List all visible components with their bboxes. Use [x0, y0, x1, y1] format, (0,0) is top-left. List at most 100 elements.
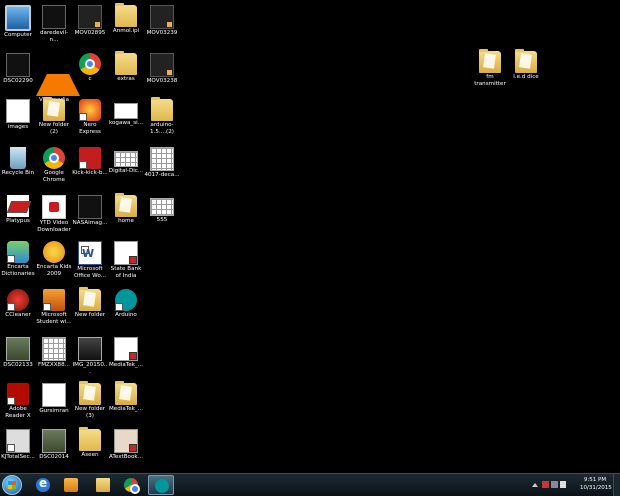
desktop-icon-555[interactable]: 555 [144, 194, 180, 240]
desktop-icon-home[interactable]: home [108, 193, 144, 240]
desktop-icon-kogawa[interactable]: kogawa_si... [108, 98, 144, 144]
desktop-icon-encarta-kids[interactable]: Encarta Kids 2009 [36, 240, 72, 286]
desktop-icon-extras[interactable]: extras [108, 51, 144, 98]
desktop-icon-new-folder[interactable]: New folder [72, 287, 108, 334]
desktop-icon-c[interactable]: c [72, 52, 108, 98]
desktop-icon-digital-dic[interactable]: Digital-Dic... [108, 146, 144, 192]
folder-icon [515, 49, 537, 73]
action-center-icon[interactable] [542, 481, 549, 488]
desktop-icon-fm-transmitter[interactable]: fm transmitter [472, 49, 508, 96]
google-chrome-icon [124, 478, 140, 494]
taskbar-arduino[interactable] [148, 475, 174, 495]
desktop-icon-daredevil[interactable]: daredevil-n... [36, 4, 72, 50]
icon-label: c [88, 76, 92, 82]
folder-icon [79, 381, 101, 405]
network-icon[interactable] [551, 481, 558, 488]
desktop-icon-ccleaner[interactable]: CCleaner [0, 288, 36, 334]
desktop-icon-atextbook[interactable]: ATextBook... [108, 428, 144, 474]
desktop-icon-microsoft-student[interactable]: Microsoft Student wi... [36, 288, 72, 334]
desktop-icon-gursimran[interactable]: Gursimran [36, 382, 72, 428]
encarta-icon [7, 241, 29, 263]
desktop-icon-google-chrome[interactable]: Google Chrome [36, 146, 72, 192]
desktop-icon-ytd[interactable]: YTD Video Downloader [36, 194, 72, 240]
arduino-icon [115, 289, 137, 311]
folder-icon [479, 49, 501, 73]
desktop-icon-mediatek-2[interactable]: MediaTek_... [108, 381, 144, 428]
desktop-icon-arduino-folder[interactable]: arduino-1.5....(2) [144, 97, 180, 144]
clock-date: 10/31/2015 [580, 485, 612, 491]
icon-label: Anmol.ipi [112, 28, 140, 34]
desktop-icon-aseen[interactable]: Aseen [72, 427, 108, 474]
icon-label: New folder [74, 312, 106, 318]
desktop-icon-dsc02014[interactable]: DSC02014 [36, 428, 72, 474]
desktop-icon-4017-deca[interactable]: 4017-deca... [144, 146, 180, 192]
adobe-reader-icon [7, 383, 29, 405]
desktop-icon-recycle-bin[interactable]: Recycle Bin [0, 146, 36, 192]
chrome-icon [79, 53, 101, 75]
icon-label: Microsoft Student wi... [36, 312, 72, 325]
document-icon [114, 241, 138, 265]
icon-label: MOV03238 [146, 78, 178, 84]
desktop-icon-platypus[interactable]: Platypus [0, 194, 36, 240]
desktop-icon-dsc02290[interactable]: DSC02290 [0, 52, 36, 98]
desktop-icon-fmzxx88[interactable]: FMZXX88... [36, 336, 72, 382]
desktop-icon-anmol-ipi[interactable]: Anmol.ipi [108, 3, 144, 50]
icon-label: Kick-kick-b... [72, 170, 108, 176]
show-desktop-button[interactable] [613, 474, 620, 496]
image-icon [150, 147, 174, 171]
show-hidden-icons-icon[interactable] [532, 483, 538, 487]
icon-label: 555 [156, 217, 168, 223]
desktop-icon-mov03238[interactable]: MOV03238 [144, 52, 180, 98]
desktop-icon-arduino[interactable]: Arduino [108, 288, 144, 334]
desktop-icon-led-dice[interactable]: l.e.d dice [508, 49, 544, 96]
icon-label: IMG_20150... [72, 362, 108, 375]
folder-icon [151, 97, 173, 121]
icon-label: YTD Video Downloader [37, 220, 71, 233]
desktop-icon-computer[interactable]: Computer [0, 4, 36, 50]
image-icon [42, 337, 66, 361]
icon-label: daredevil-n... [39, 30, 69, 43]
desktop-icon-state-bank-of-india[interactable]: State Bank of India [108, 240, 144, 286]
volume-icon[interactable] [560, 481, 566, 488]
desktop-icon-dsc02133[interactable]: DSC02133 [0, 336, 36, 382]
desktop-icon-ms-office-word[interactable]: Microsoft Office Wo... [72, 240, 108, 286]
icon-label: Microsoft Office Wo... [74, 266, 106, 279]
image-icon [42, 5, 66, 29]
desktop-icon-adobe-reader[interactable]: Adobe Reader X [0, 382, 36, 428]
clock[interactable]: 9:51 PM 10/31/2015 [580, 476, 612, 492]
icon-label: State Bank of India [110, 266, 142, 279]
computer-icon [5, 5, 31, 31]
start-orb-icon[interactable] [2, 475, 22, 495]
desktop-icon-new-folder-2[interactable]: New folder (2) [36, 97, 72, 144]
desktop-icon-nero-express[interactable]: Nero Express [72, 98, 108, 144]
desktop-icon-kick-kick[interactable]: Kick-kick-b... [72, 146, 108, 192]
video-icon [78, 5, 102, 29]
student-icon [43, 289, 65, 311]
icon-label: MediaTek_... [108, 362, 144, 368]
desktop-icon-mov03239[interactable]: MOV03239 [144, 4, 180, 50]
image-icon [114, 103, 138, 119]
icon-label: New folder (2) [38, 122, 70, 135]
desktop-icon-new-folder-3[interactable]: New folder (3) [72, 381, 108, 428]
desktop-icon-images[interactable]: images [0, 98, 36, 144]
icon-label: fm transmitter [474, 74, 506, 87]
folder-icon [115, 51, 137, 75]
icon-label: DSC02014 [39, 454, 69, 460]
desktop-icon-nasaimag[interactable]: NASAimag... [72, 194, 108, 240]
desktop-icon-mov02895[interactable]: MOV02895 [72, 4, 108, 50]
document-icon [42, 383, 66, 407]
image-icon [78, 337, 102, 361]
taskbar-media-player[interactable] [58, 475, 84, 495]
desktop-icon-vlc[interactable]: VLC media player [36, 52, 80, 110]
windows-explorer-icon [96, 478, 110, 492]
document-icon [114, 337, 138, 361]
desktop-icon-mediatek-1[interactable]: MediaTek_... [108, 336, 144, 382]
desktop-icon-encarta-dictionaries[interactable]: Encarta Dictionaries [0, 240, 36, 286]
desktop-icon-img-20150[interactable]: IMG_20150... [72, 336, 108, 382]
taskbar-internet-explorer[interactable] [30, 475, 56, 495]
taskbar-windows-explorer[interactable] [90, 475, 116, 495]
image-icon [6, 53, 30, 77]
desktop-icon-kjtotalsec[interactable]: KJTotalSec... [0, 428, 36, 474]
icon-label: MOV03239 [146, 30, 178, 36]
taskbar-google-chrome[interactable] [118, 475, 144, 495]
